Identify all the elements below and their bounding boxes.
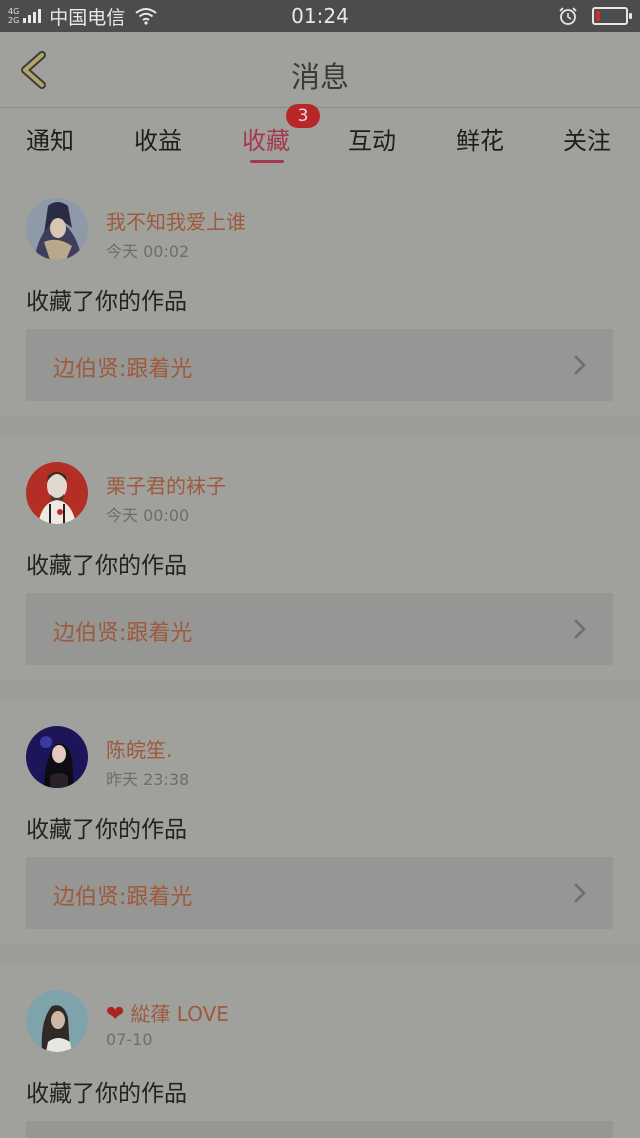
work-link[interactable]: 边伯贤:跟着光 — [26, 329, 613, 401]
user-name[interactable]: ❤ 緃葎 LOVE — [106, 998, 229, 1027]
work-link[interactable]: 边伯贤:跟着光 — [26, 857, 613, 929]
user-name[interactable]: 栗子君的袜子 — [106, 470, 226, 499]
tab-earnings[interactable]: 收益 — [134, 121, 182, 156]
chevron-right-icon — [574, 883, 586, 903]
timestamp: 07-10 — [106, 1030, 153, 1049]
feed-item: 我不知我爱上谁 今天 00:02 收藏了你的作品 边伯贤:跟着光 — [0, 172, 640, 417]
work-title: 边伯贤:跟着光 — [53, 885, 193, 910]
user-name-text: 緃葎 LOVE — [130, 1002, 229, 1026]
tab-interactions[interactable]: 互动 — [348, 121, 396, 156]
timestamp: 今天 00:02 — [106, 242, 190, 261]
tab-badge: 3 — [286, 104, 320, 128]
battery-level — [596, 11, 600, 21]
work-title: 边伯贤:跟着光 — [53, 357, 193, 382]
status-bar-right — [558, 6, 632, 26]
feed-item: 陈皖笙. 昨天 23:38 收藏了你的作品 边伯贤:跟着光 — [0, 700, 640, 945]
tab-favorites[interactable]: 收藏 — [242, 121, 290, 156]
user-name[interactable]: 我不知我爱上谁 — [106, 206, 246, 235]
activity-text: 收藏了你的作品 — [26, 1081, 187, 1107]
activity-text: 收藏了你的作品 — [26, 289, 187, 315]
avatar[interactable] — [26, 462, 88, 524]
user-name[interactable]: 陈皖笙. — [106, 734, 172, 763]
tab-flowers[interactable]: 鲜花 — [456, 121, 504, 156]
tab-notifications[interactable]: 通知 — [26, 121, 74, 156]
feed-item: ❤ 緃葎 LOVE 07-10 收藏了你的作品 — [0, 964, 640, 1138]
feed-item: 栗子君的袜子 今天 00:00 收藏了你的作品 边伯贤:跟着光 — [0, 436, 640, 681]
work-link[interactable]: 边伯贤:跟着光 — [26, 593, 613, 665]
heart-icon: ❤ — [106, 1002, 125, 1027]
timestamp: 今天 00:00 — [106, 506, 190, 525]
activity-text: 收藏了你的作品 — [26, 817, 187, 843]
avatar[interactable] — [26, 726, 88, 788]
avatar-image — [26, 726, 88, 788]
status-time: 01:24 — [291, 4, 349, 28]
nav-header: 消息 — [0, 32, 640, 108]
avatar[interactable] — [26, 990, 88, 1052]
avatar-image — [26, 990, 88, 1052]
avatar-image — [26, 198, 88, 260]
status-bar: 4G 2G 中国电信 01:24 — [0, 0, 640, 32]
active-tab-indicator — [250, 160, 284, 163]
activity-text: 收藏了你的作品 — [26, 553, 187, 579]
avatar[interactable] — [26, 198, 88, 260]
battery-icon — [592, 7, 632, 25]
tab-bar: 通知 收益 收藏 互动 鲜花 关注 — [0, 109, 640, 171]
tab-following[interactable]: 关注 — [563, 121, 611, 156]
work-link[interactable] — [26, 1121, 613, 1138]
chevron-right-icon — [574, 619, 586, 639]
chevron-right-icon — [574, 355, 586, 375]
timestamp: 昨天 23:38 — [106, 770, 190, 789]
alarm-clock-icon — [559, 7, 577, 25]
page-title: 消息 — [290, 60, 349, 94]
work-title: 边伯贤:跟着光 — [53, 621, 193, 646]
avatar-image — [26, 462, 88, 524]
